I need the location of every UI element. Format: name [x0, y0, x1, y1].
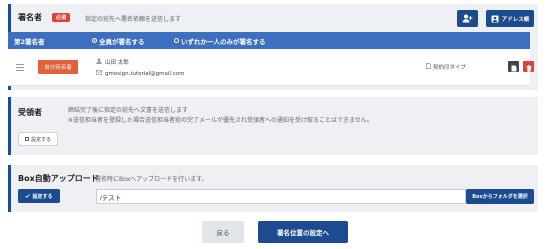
- signer-name-line: 山田 太郎: [96, 58, 129, 66]
- document-edit-icon: [511, 57, 517, 76]
- trash-icon: [525, 57, 532, 76]
- box-section-title: Box自動アップロード: [18, 174, 99, 183]
- box-setting-button[interactable]: 設定する: [18, 189, 60, 203]
- receiver-section-title: 受領者: [18, 108, 42, 117]
- edit-signer-button[interactable]: [508, 61, 519, 72]
- box-upload-section: Box自動アップロード 署名時にBoxへアップロードを行います。 設定する Bo…: [8, 165, 538, 212]
- radio-any-sign-label: いずれか一人のみが署名する: [181, 37, 266, 46]
- signer-section-title: 署名者: [18, 13, 42, 22]
- check-icon: [25, 194, 31, 198]
- receiver-setting-button[interactable]: 設定する: [18, 132, 58, 146]
- required-badge: 必須: [52, 13, 71, 22]
- signer-row: 自分宛名者 山田 太郎 gmosign.tutorial@gmail.com 契…: [8, 49, 534, 86]
- mail-icon: [96, 70, 103, 77]
- delete-signer-button[interactable]: [523, 61, 534, 72]
- drag-handle-icon[interactable]: [16, 64, 24, 73]
- box-folder-path-input[interactable]: [96, 189, 466, 204]
- add-person-icon: [462, 14, 473, 23]
- radio-any-sign[interactable]: いずれか一人のみが署名する: [174, 36, 266, 46]
- receiver-section: 受領者 締結完了後に指定の宛先へ文書を送信します ※送信担当者を登録した場合送信…: [8, 97, 538, 155]
- box-section-description: 署名時にBoxへアップロードを行います。: [95, 176, 208, 183]
- add-signer-button[interactable]: [457, 10, 478, 27]
- radio-all-sign[interactable]: 全員が署名する: [92, 36, 145, 46]
- radio-dot: [174, 38, 179, 43]
- box-setting-label: 設定する: [32, 193, 53, 200]
- select-box-folder-button[interactable]: Boxからフォルダを選択: [466, 189, 534, 204]
- section-accent-bar: [8, 165, 11, 212]
- person-icon: [96, 58, 103, 66]
- signer-email-line: gmosign.tutorial@gmail.com: [96, 70, 184, 77]
- signer-order-label: 第2署名者: [14, 37, 45, 46]
- signer-header-bar: 第2署名者 全員が署名する いずれか一人のみが署名する: [8, 32, 530, 49]
- document-icon: [426, 63, 431, 71]
- contract-type: 契約印タイプ: [426, 63, 466, 71]
- assign-self-button[interactable]: 自分宛名者: [38, 60, 78, 74]
- radio-dot-selected: [92, 38, 97, 43]
- back-button[interactable]: 戻る: [202, 221, 244, 243]
- receiver-description-1: 締結完了後に指定の宛先へ文書を送信します: [68, 107, 189, 114]
- address-book-label: アドレス帳: [501, 16, 530, 23]
- signer-email: gmosign.tutorial@gmail.com: [105, 70, 185, 77]
- receiver-setting-label: 設定する: [30, 136, 51, 143]
- radio-all-sign-label: 全員が署名する: [99, 37, 145, 46]
- receiver-description-2: ※送信担当者を登録した場合送信担当者宛の完了メールが優先され受領者への通知を受け…: [68, 117, 373, 124]
- signer-name: 山田 太郎: [105, 60, 129, 66]
- checkbox-icon: [24, 137, 29, 141]
- address-book-button[interactable]: アドレス帳: [486, 10, 534, 27]
- next-signature-position-button[interactable]: 署名位置の設定へ: [258, 221, 348, 243]
- section-accent-bar: [8, 97, 11, 155]
- signer-section-description: 指定の宛先へ署名依頼を送信します: [85, 16, 182, 23]
- contract-type-label: 契約印タイプ: [433, 65, 467, 71]
- user-card-icon: [491, 15, 499, 23]
